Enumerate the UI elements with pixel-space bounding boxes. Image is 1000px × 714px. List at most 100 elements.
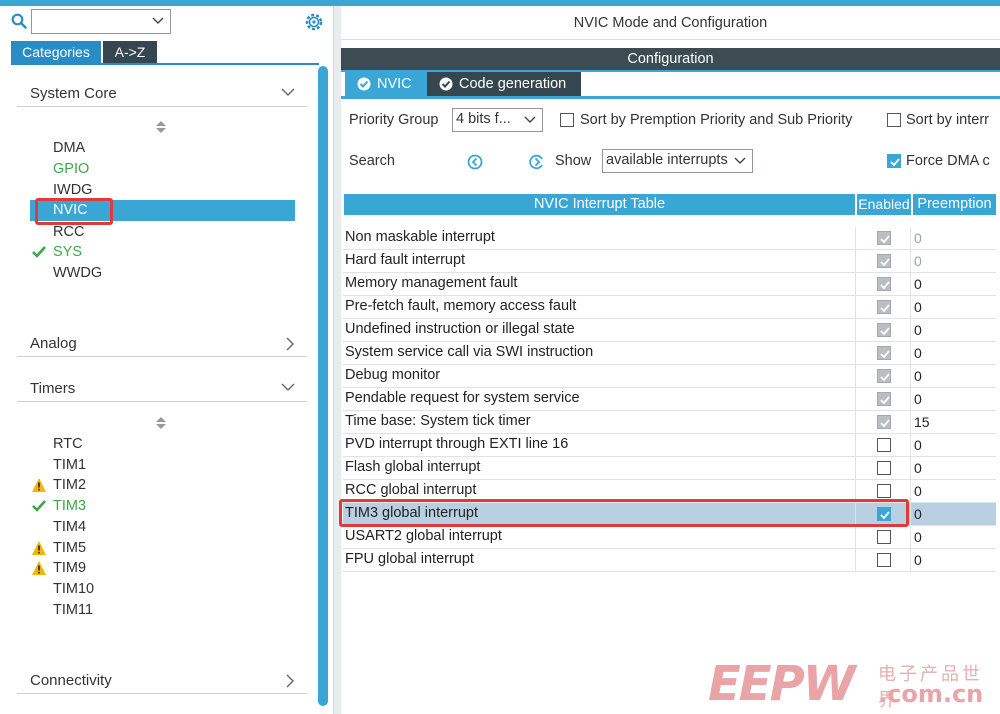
column-separator xyxy=(855,434,856,457)
panel-divider[interactable] xyxy=(333,6,341,714)
enabled-checkbox[interactable] xyxy=(877,254,891,268)
sort-premption-checkbox[interactable] xyxy=(560,113,574,127)
chevron-down-icon[interactable] xyxy=(281,382,295,392)
preemption-value[interactable]: 0 xyxy=(914,460,922,476)
timer-item-tim1[interactable]: TIM1 xyxy=(53,455,86,475)
timer-item-tim4[interactable]: TIM4 xyxy=(53,517,86,537)
sort-icon[interactable] xyxy=(155,120,167,134)
preemption-value[interactable]: 0 xyxy=(914,506,922,522)
preemption-value[interactable]: 15 xyxy=(914,414,930,430)
enabled-checkbox[interactable] xyxy=(877,300,891,314)
tab-categories[interactable]: Categories xyxy=(11,41,101,63)
search-input[interactable] xyxy=(31,9,171,34)
chevron-right-icon[interactable] xyxy=(285,674,295,688)
enabled-checkbox[interactable] xyxy=(877,369,891,383)
preemption-value[interactable]: 0 xyxy=(914,299,922,315)
enabled-checkbox[interactable] xyxy=(877,438,891,452)
table-row[interactable]: Pre-fetch fault, memory access fault 0 xyxy=(343,296,996,319)
mode-title: NVIC Mode and Configuration xyxy=(341,6,1000,40)
enabled-checkbox[interactable] xyxy=(877,277,891,291)
table-header-name[interactable]: NVIC Interrupt Table xyxy=(344,194,855,215)
category-item-rcc[interactable]: RCC xyxy=(53,222,84,242)
check-icon xyxy=(32,500,46,512)
table-row[interactable]: Memory management fault 0 xyxy=(343,273,996,296)
preemption-value[interactable]: 0 xyxy=(914,368,922,384)
timer-item-tim11[interactable]: TIM11 xyxy=(53,600,93,620)
preemption-value[interactable]: 0 xyxy=(914,253,922,269)
table-row[interactable]: System service call via SWI instruction 0 xyxy=(343,342,996,365)
timer-item-tim3[interactable]: TIM3 xyxy=(53,496,86,516)
timer-item-tim10[interactable]: TIM10 xyxy=(53,579,94,599)
preemption-value[interactable]: 0 xyxy=(914,483,922,499)
column-separator xyxy=(910,273,911,296)
preemption-value[interactable]: 0 xyxy=(914,437,922,453)
column-separator xyxy=(910,319,911,342)
priority-group-select[interactable]: 4 bits f... xyxy=(452,108,543,132)
category-item-gpio[interactable]: GPIO xyxy=(53,159,89,179)
interrupt-name: Flash global interrupt xyxy=(345,459,481,475)
enabled-checkbox[interactable] xyxy=(877,530,891,544)
table-row[interactable]: FPU global interrupt 0 xyxy=(343,549,996,572)
tab-rule xyxy=(341,96,1000,99)
table-row[interactable]: Pendable request for system service 0 xyxy=(343,388,996,411)
enabled-checkbox[interactable] xyxy=(877,553,891,567)
chevron-down-icon[interactable] xyxy=(152,15,164,27)
category-item-wwdg[interactable]: WWDG xyxy=(53,263,102,283)
force-dma-checkbox[interactable] xyxy=(887,154,901,168)
left-scrollbar[interactable] xyxy=(318,66,328,706)
configuration-title: Configuration xyxy=(341,48,1000,70)
column-separator xyxy=(855,457,856,480)
enabled-checkbox[interactable] xyxy=(877,392,891,406)
preemption-value[interactable]: 0 xyxy=(914,230,922,246)
gear-icon[interactable] xyxy=(304,12,324,32)
section-system-core[interactable]: System Core xyxy=(17,81,307,107)
table-row[interactable]: Time base: System tick timer 15 xyxy=(343,411,996,434)
timer-item-tim2[interactable]: TIM2 xyxy=(53,475,86,495)
timer-item-tim9[interactable]: TIM9 xyxy=(53,558,86,578)
table-row[interactable]: USART2 global interrupt 0 xyxy=(343,526,996,549)
table-row[interactable]: Debug monitor 0 xyxy=(343,365,996,388)
search-icon[interactable] xyxy=(11,13,27,29)
tab-code-generation[interactable]: Code generation xyxy=(427,72,581,96)
force-dma-label: Force DMA c xyxy=(906,153,990,169)
section-connectivity[interactable]: Connectivity xyxy=(17,668,307,694)
table-header-preemption[interactable]: Preemption xyxy=(913,194,996,215)
show-select[interactable]: available interrupts xyxy=(602,149,753,173)
category-item-iwdg[interactable]: IWDG xyxy=(53,180,92,200)
chevron-right-icon[interactable] xyxy=(285,337,295,351)
sort-by-interrupt-checkbox[interactable] xyxy=(887,113,901,127)
table-row[interactable]: Flash global interrupt 0 xyxy=(343,457,996,480)
preemption-value[interactable]: 0 xyxy=(914,345,922,361)
warning-icon xyxy=(32,541,46,555)
timer-item-rtc[interactable]: RTC xyxy=(53,434,83,454)
enabled-checkbox[interactable] xyxy=(877,346,891,360)
preemption-value[interactable]: 0 xyxy=(914,391,922,407)
preemption-value[interactable]: 0 xyxy=(914,276,922,292)
tab-nvic[interactable]: NVIC xyxy=(345,72,427,96)
check-icon xyxy=(880,350,890,359)
category-item-dma[interactable]: DMA xyxy=(53,138,85,158)
search-next-icon[interactable] xyxy=(529,154,545,170)
enabled-checkbox[interactable] xyxy=(877,323,891,337)
enabled-checkbox[interactable] xyxy=(877,231,891,245)
preemption-value[interactable]: 0 xyxy=(914,552,922,568)
preemption-value[interactable]: 0 xyxy=(914,529,922,545)
chevron-down-icon xyxy=(734,157,746,164)
table-row[interactable]: Undefined instruction or illegal state 0 xyxy=(343,319,996,342)
category-item-sys[interactable]: SYS xyxy=(53,242,82,262)
enabled-checkbox[interactable] xyxy=(877,461,891,475)
search-previous-icon[interactable] xyxy=(467,154,483,170)
table-row[interactable]: Non maskable interrupt 0 xyxy=(343,227,996,250)
enabled-checkbox[interactable] xyxy=(877,415,891,429)
preemption-value[interactable]: 0 xyxy=(914,322,922,338)
table-row[interactable]: PVD interrupt through EXTI line 16 0 xyxy=(343,434,996,457)
sort-icon[interactable] xyxy=(155,416,167,430)
chevron-down-icon[interactable] xyxy=(281,87,295,97)
table-row[interactable]: Hard fault interrupt 0 xyxy=(343,250,996,273)
enabled-checkbox[interactable] xyxy=(877,484,891,498)
timer-item-tim5[interactable]: TIM5 xyxy=(53,538,86,558)
section-analog[interactable]: Analog xyxy=(17,331,307,357)
section-timers[interactable]: Timers xyxy=(17,376,307,402)
tab-a-to-z[interactable]: A->Z xyxy=(103,41,157,63)
table-header-enabled[interactable]: Enabled xyxy=(857,194,911,215)
